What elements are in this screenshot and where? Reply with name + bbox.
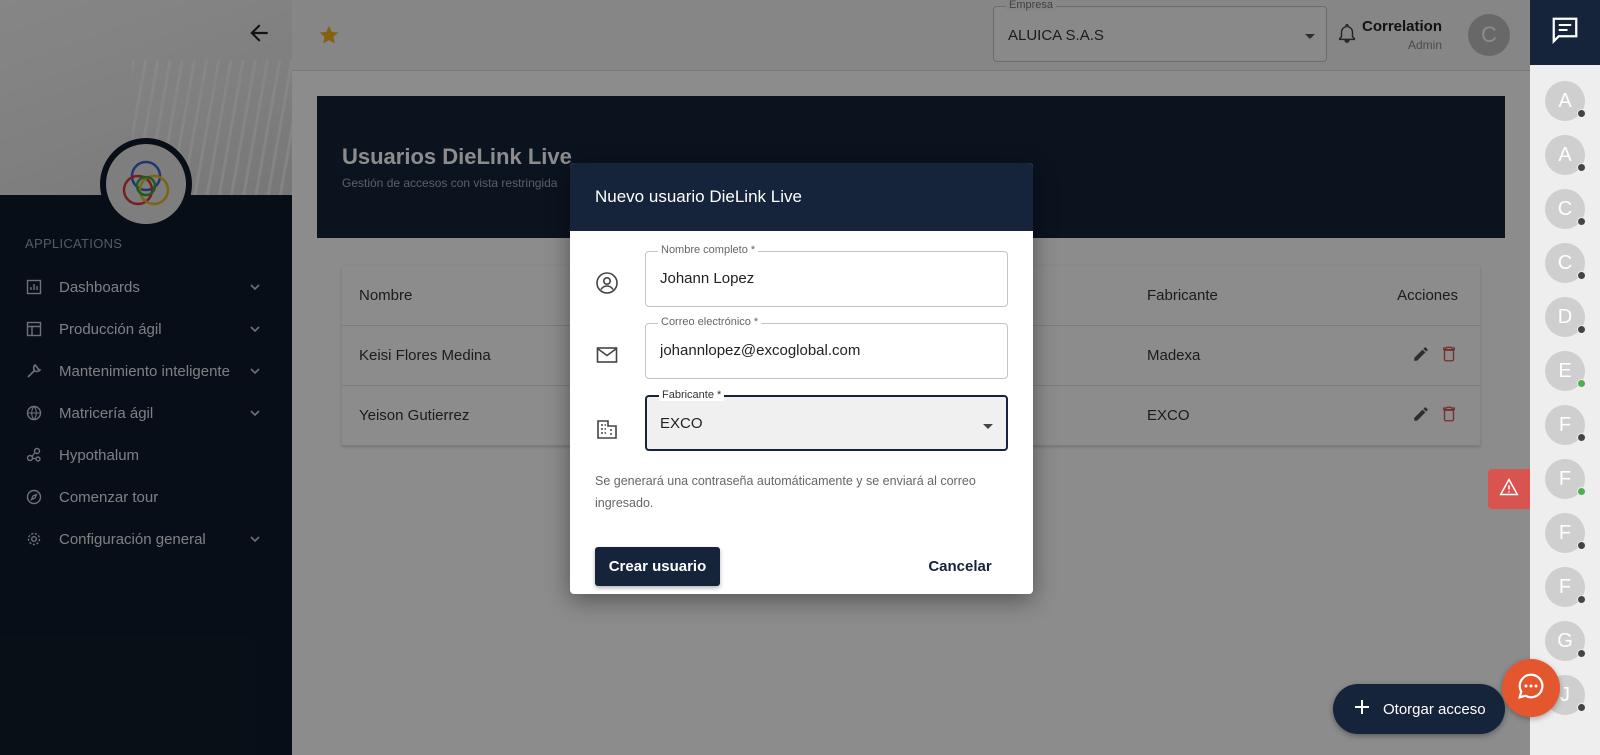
user-avatar[interactable]: D <box>1545 297 1586 337</box>
user-avatar[interactable]: A <box>1545 81 1586 121</box>
offline-status-dot <box>1577 433 1586 442</box>
offline-status-dot <box>1577 163 1586 172</box>
online-status-dot <box>1577 487 1586 496</box>
user-circle-icon <box>595 271 619 295</box>
avatar-initial: C <box>1557 251 1573 274</box>
avatar-initial: A <box>1558 89 1572 112</box>
maker-select-value: EXCO <box>660 415 703 432</box>
online-status-dot <box>1577 379 1586 388</box>
user-avatar[interactable]: C <box>1545 243 1586 283</box>
offline-status-dot <box>1577 649 1586 658</box>
offline-status-dot <box>1577 325 1586 334</box>
create-user-button[interactable]: Crear usuario <box>595 547 720 586</box>
user-avatar[interactable]: F <box>1545 567 1586 607</box>
password-hint: Se generará una contraseña automáticamen… <box>595 474 976 510</box>
grant-access-label: Otorgar acceso <box>1383 700 1486 718</box>
dialog-title: Nuevo usuario DieLink Live <box>570 163 1033 231</box>
full-name-label: Nombre completo * <box>658 244 759 256</box>
avatar-initial: E <box>1558 359 1572 382</box>
avatar-initial: F <box>1558 575 1572 598</box>
chat-icon <box>1550 15 1580 50</box>
email-input[interactable] <box>660 342 990 359</box>
caret-down-icon <box>982 419 994 437</box>
cancel-button[interactable]: Cancelar <box>910 547 1010 586</box>
avatar-initial: C <box>1557 197 1573 220</box>
maker-label: Fabricante * <box>659 389 725 401</box>
avatar-initial: A <box>1558 143 1572 166</box>
full-name-input[interactable] <box>660 270 990 287</box>
user-avatar[interactable]: F <box>1545 405 1586 445</box>
avatar-initial: F <box>1558 467 1572 490</box>
email-label: Correo electrónico * <box>658 316 762 328</box>
online-users-list: A A C C D E F F F F G J <box>1530 65 1600 715</box>
offline-status-dot <box>1577 217 1586 226</box>
user-avatar[interactable]: A <box>1545 135 1586 175</box>
offline-status-dot <box>1577 271 1586 280</box>
alert-tab[interactable] <box>1488 469 1530 509</box>
avatar-initial: G <box>1557 629 1573 652</box>
grant-access-button[interactable]: Otorgar acceso <box>1333 684 1505 734</box>
avatar-initial: J <box>1560 683 1570 706</box>
full-name-field: Nombre completo * <box>645 244 1008 307</box>
warning-icon <box>1499 477 1519 502</box>
support-chat-button[interactable] <box>1502 659 1560 717</box>
offline-status-dot <box>1577 703 1586 712</box>
avatar-initial: F <box>1558 413 1572 436</box>
avatar-initial: F <box>1558 521 1572 544</box>
user-avatar[interactable]: G <box>1545 621 1586 661</box>
email-field: Correo electrónico * <box>645 316 1008 379</box>
user-avatar[interactable]: C <box>1545 189 1586 229</box>
user-avatar[interactable]: E <box>1545 351 1586 391</box>
plus-icon <box>1353 698 1371 720</box>
chat-bubble-icon <box>1516 671 1546 706</box>
avatar-initial: D <box>1557 305 1573 328</box>
offline-status-dot <box>1577 109 1586 118</box>
user-avatar[interactable]: F <box>1545 459 1586 499</box>
building-icon <box>595 417 619 441</box>
new-user-dialog: Nuevo usuario DieLink Live Nombre comple… <box>570 163 1033 594</box>
right-users-bar: A A C C D E F F F F G J <box>1530 0 1600 755</box>
offline-status-dot <box>1577 595 1586 604</box>
user-avatar[interactable]: F <box>1545 513 1586 553</box>
offline-status-dot <box>1577 541 1586 550</box>
maker-select[interactable]: Fabricante * EXCO <box>645 389 1008 451</box>
chat-panel-toggle[interactable] <box>1530 0 1600 65</box>
mail-icon <box>595 343 619 367</box>
